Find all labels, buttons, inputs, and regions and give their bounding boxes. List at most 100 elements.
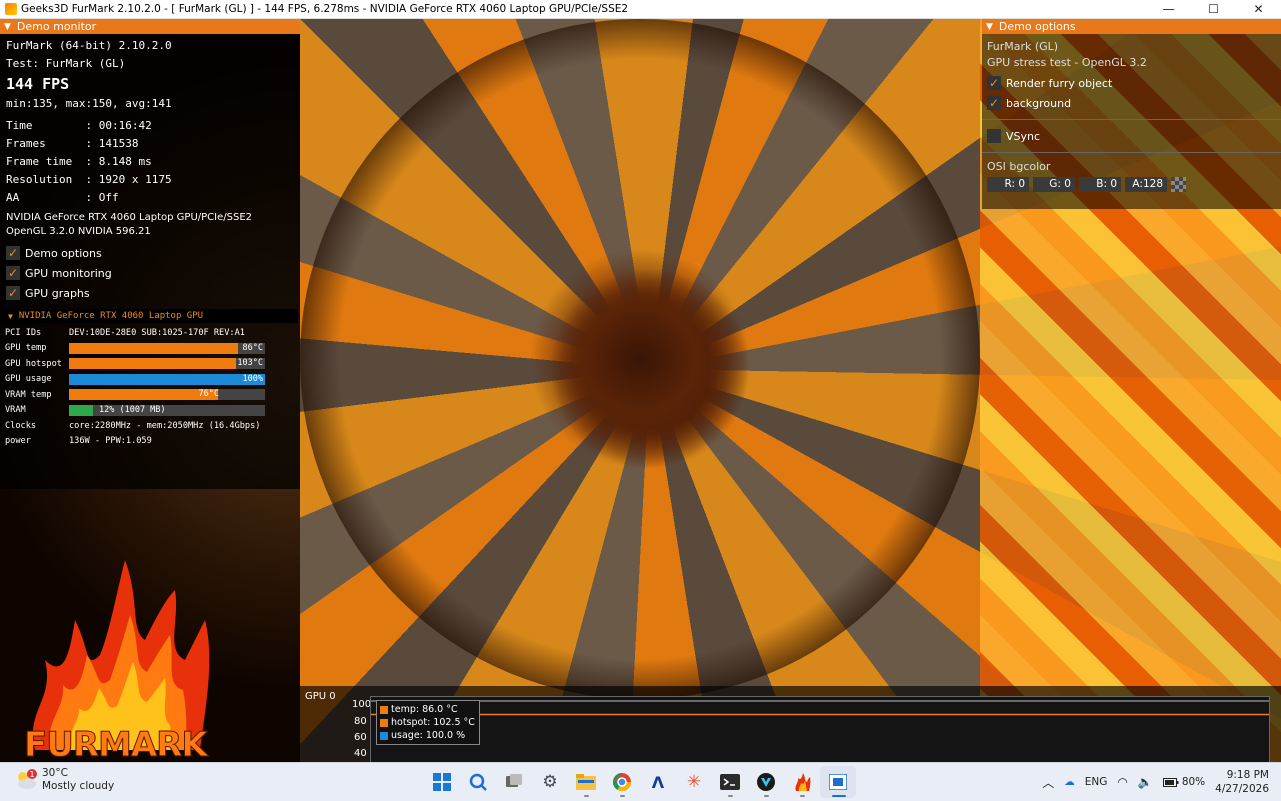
volume-icon[interactable]: 🔈: [1138, 775, 1153, 789]
pci-ids-row: PCI IDs DEV:10DE-28E0 SUB:1025-170F REV:…: [0, 325, 300, 341]
window-title: Geeks3D FurMark 2.10.2.0 - [ FurMark (GL…: [21, 3, 629, 15]
fps-stats: min:135, max:150, avg:141: [6, 97, 172, 110]
app-a-button[interactable]: Λ: [640, 766, 676, 798]
color-swatch[interactable]: [1171, 177, 1186, 192]
gpu-graph-panel: GPU 0 100 80 60 40 temp: 86.0 °C hotspot…: [300, 686, 1281, 764]
terminal-button[interactable]: [712, 766, 748, 798]
demo-description: GPU stress test - OpenGL 3.2: [987, 56, 1147, 69]
demo-options-header[interactable]: ▼ Demo options: [982, 19, 1281, 34]
gpu-hotspot-label: GPU hotspot: [5, 358, 62, 369]
legend-swatch: [380, 718, 388, 727]
battery-icon: [1162, 777, 1179, 787]
letter-a-icon: Λ: [651, 772, 665, 792]
predator-sense-button[interactable]: [748, 766, 784, 798]
background-checkbox[interactable]: ✓ background: [982, 93, 1281, 113]
power-row: power 136W - PPW:1.059: [0, 434, 300, 450]
running-indicator: [620, 795, 625, 797]
vram-fill: [69, 404, 93, 416]
osi-a-input[interactable]: A:128: [1125, 177, 1167, 192]
furmark-button[interactable]: [784, 766, 820, 798]
gpu-monitor-header[interactable]: ▼ NVIDIA GeForce RTX 4060 Laptop GPU: [4, 309, 298, 323]
checkbox-label: GPU monitoring: [25, 266, 112, 280]
windows-taskbar: 1 30°C Mostly cloudy ⚙ Λ ✳ ︿ ☁ ENG ◠ 🔈 8…: [0, 762, 1281, 801]
maximize-button[interactable]: ☐: [1191, 0, 1236, 18]
gpu-temp-label: GPU temp: [5, 343, 47, 354]
osi-bgcolor-label: OSI bgcolor: [987, 160, 1051, 173]
taskbar-apps: ⚙ Λ ✳: [424, 766, 856, 798]
gpu-temp-row: GPU temp 86°C: [0, 341, 300, 357]
wifi-icon[interactable]: ◠: [1117, 775, 1127, 789]
gear-icon: ⚙: [542, 772, 558, 792]
gpu-monitoring-checkbox[interactable]: ✓ GPU monitoring: [0, 263, 300, 283]
legend-usage: usage: 100.0 %: [380, 729, 476, 742]
windows-start-button[interactable]: [424, 766, 460, 798]
vram-temp-fill: [69, 389, 218, 401]
divider: [982, 119, 1281, 120]
legend-label: usage: 100.0 %: [391, 730, 466, 741]
pci-ids-value: DEV:10DE-28E0 SUB:1025-170F REV:A1: [69, 327, 245, 338]
divider: [982, 152, 1281, 153]
demo-options-checkbox[interactable]: ✓ Demo options: [0, 243, 300, 263]
collapse-triangle-icon: ▼: [986, 21, 993, 32]
gpu-hotspot-bar: 103°C: [69, 358, 265, 370]
minimize-button[interactable]: —: [1146, 0, 1191, 18]
running-indicator: [584, 795, 589, 797]
furry-object: [300, 19, 980, 699]
osi-g-input[interactable]: G: 0: [1033, 177, 1075, 192]
unchecked-box-icon: [987, 129, 1001, 143]
gpu-usage-value: 100%: [242, 373, 263, 384]
chrome-icon: [613, 773, 631, 791]
gpu-usage-fill: [69, 373, 265, 385]
demo-monitor-title: Demo monitor: [16, 20, 97, 33]
app-version: FurMark (64-bit) 2.10.2.0: [6, 39, 172, 52]
gl-version: OpenGL 3.2.0 NVIDIA 596.21: [6, 226, 151, 237]
fps-value: 144 FPS: [6, 75, 70, 93]
app-icon: [5, 3, 17, 15]
demo-monitor-panel: ▼ Demo monitor FurMark (64-bit) 2.10.2.0…: [0, 19, 300, 489]
osi-b-input[interactable]: B: 0: [1079, 177, 1121, 192]
starburst-icon: ✳: [686, 772, 702, 792]
gpu-hotspot-value: 103°C: [237, 358, 263, 369]
demo-monitor-header[interactable]: ▼ Demo monitor: [0, 19, 300, 34]
resolution-stat: Resolution : 1920 x 1175: [6, 173, 172, 186]
vram-temp-row: VRAM temp 76°C: [0, 387, 300, 403]
close-button[interactable]: ✕: [1236, 0, 1281, 18]
vsync-checkbox[interactable]: VSync: [982, 126, 1281, 146]
gpu-usage-label: GPU usage: [5, 374, 52, 385]
vram-value: 12% (1007 MB): [99, 404, 166, 415]
gpu-graphs-checkbox[interactable]: ✓ GPU graphs: [0, 283, 300, 303]
app-star-button[interactable]: ✳: [676, 766, 712, 798]
running-indicator: [800, 795, 805, 797]
graph-svg: [371, 700, 1269, 716]
task-view-button[interactable]: [496, 766, 532, 798]
search-button[interactable]: [460, 766, 496, 798]
language-indicator[interactable]: ENG: [1085, 776, 1108, 788]
weather-desc: Mostly cloudy: [42, 780, 115, 792]
battery-indicator[interactable]: 80%: [1162, 776, 1205, 788]
render-furry-object-checkbox[interactable]: ✓ Render furry object: [982, 73, 1281, 93]
vram-temp-value: 76°C: [198, 389, 219, 400]
terminal-icon: [720, 774, 740, 790]
weather-widget[interactable]: 1 30°C Mostly cloudy: [14, 767, 114, 793]
osi-r-input[interactable]: R: 0: [987, 177, 1029, 192]
checkmark-icon: ✓: [6, 266, 20, 280]
settings-button[interactable]: ⚙: [532, 766, 568, 798]
weather-temp: 30°C: [42, 767, 68, 779]
running-indicator: [728, 795, 733, 797]
file-explorer-button[interactable]: [568, 766, 604, 798]
cloud-sync-icon[interactable]: ☁: [1064, 776, 1075, 788]
legend-temp: temp: 86.0 °C: [380, 703, 476, 716]
vram-label: VRAM: [5, 405, 26, 416]
vram-temp-bar: 76°C: [69, 389, 265, 401]
running-indicator: [764, 795, 769, 797]
legend-label: temp: 86.0 °C: [391, 704, 458, 715]
chrome-button[interactable]: [604, 766, 640, 798]
search-icon: [469, 773, 487, 791]
clock-time: 9:18 PM: [1226, 769, 1269, 781]
collapse-triangle-icon: ▼: [4, 21, 11, 32]
weather-cloud-icon: 1: [14, 769, 38, 791]
clock[interactable]: 9:18 PM 4/27/2026: [1215, 768, 1269, 796]
active-app-button[interactable]: [820, 766, 856, 798]
chevron-up-icon[interactable]: ︿: [1042, 774, 1054, 791]
clocks-value: core:2280MHz - mem:2050MHz (16.4Gbps): [69, 420, 261, 431]
